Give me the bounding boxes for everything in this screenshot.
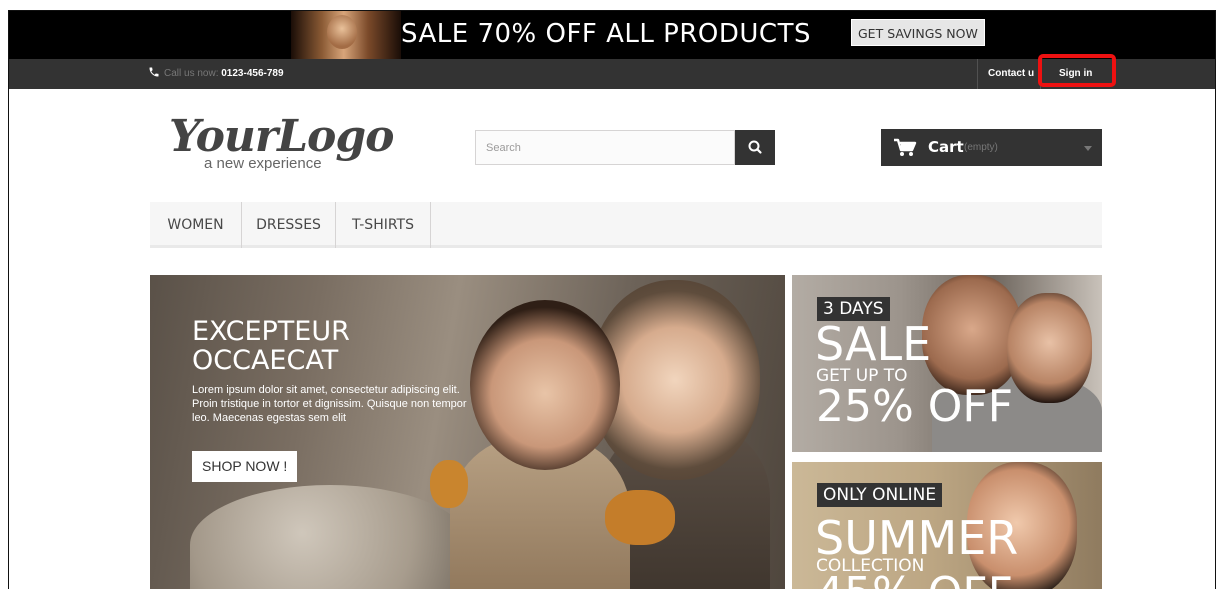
hero-slider[interactable]: EXCEPTEUR OCCAECAT Lorem ipsum dolor sit… — [150, 275, 785, 589]
search-icon — [748, 140, 762, 154]
contact-us-link[interactable]: Contact u — [977, 59, 1040, 89]
phone-info: Call us now: 0123-456-789 — [148, 66, 284, 79]
main-menu: WOMEN DRESSES T-SHIRTS — [150, 202, 1102, 248]
cart-label: Cart — [928, 138, 964, 156]
promo-banner[interactable]: SALE 70% OFF ALL PRODUCTS GET SAVINGS NO… — [9, 11, 1215, 59]
browser-frame: SALE 70% OFF ALL PRODUCTS GET SAVINGS NO… — [8, 10, 1216, 589]
menu-item-dresses[interactable]: DRESSES — [242, 202, 336, 248]
hero-title-line2: OCCAECAT — [192, 345, 339, 376]
banner-discount: 45% OFF — [816, 570, 1013, 589]
promo-headline: SALE 70% OFF ALL PRODUCTS — [401, 19, 811, 49]
search-button[interactable] — [735, 130, 775, 165]
menu-item-women[interactable]: WOMEN — [150, 202, 242, 248]
hero-title-line1: EXCEPTEUR — [192, 316, 350, 347]
cart-button[interactable]: Cart (empty) — [881, 129, 1102, 166]
contact-us-label: Contact u — [988, 68, 1035, 79]
hero-model-image — [470, 300, 620, 470]
banner-discount: 25% OFF — [816, 381, 1014, 432]
hero-mitten-image — [430, 460, 468, 508]
summer-banner[interactable]: ONLY ONLINE SUMMER COLLECTION 45% OFF — [792, 462, 1102, 589]
search-input[interactable] — [476, 131, 736, 164]
phone-number: 0123-456-789 — [221, 68, 284, 79]
banner-tag: ONLY ONLINE — [817, 483, 943, 507]
chevron-down-icon — [1084, 146, 1092, 151]
hero-title: EXCEPTEUR OCCAECAT — [192, 317, 350, 375]
banner-model-image — [1007, 293, 1092, 403]
phone-icon — [149, 67, 159, 77]
banner-headline: SALE — [815, 317, 932, 371]
sign-in-highlight-box — [1038, 54, 1116, 87]
menu-item-tshirts[interactable]: T-SHIRTS — [336, 202, 431, 248]
top-bar: Call us now: 0123-456-789 Contact u Sign… — [9, 59, 1215, 89]
banner-headline: SUMMER — [815, 511, 1019, 565]
cart-icon — [894, 138, 917, 156]
get-savings-button[interactable]: GET SAVINGS NOW — [851, 19, 985, 46]
hero-description: Lorem ipsum dolor sit amet, consectetur … — [192, 384, 467, 424]
cart-status: (empty) — [964, 142, 998, 153]
shop-now-button[interactable]: SHOP NOW ! — [192, 451, 298, 482]
hero-flowers-image — [190, 485, 470, 589]
site-logo[interactable]: YourLogo a new experience — [169, 111, 404, 176]
hero-mitten-image — [605, 490, 675, 545]
sale-banner[interactable]: 3 DAYS SALE GET UP TO 25% OFF — [792, 275, 1102, 452]
phone-prefix: Call us now: — [164, 68, 219, 79]
logo-tagline: a new experience — [204, 155, 322, 172]
promo-model-face — [327, 15, 357, 49]
search-box — [475, 130, 736, 165]
